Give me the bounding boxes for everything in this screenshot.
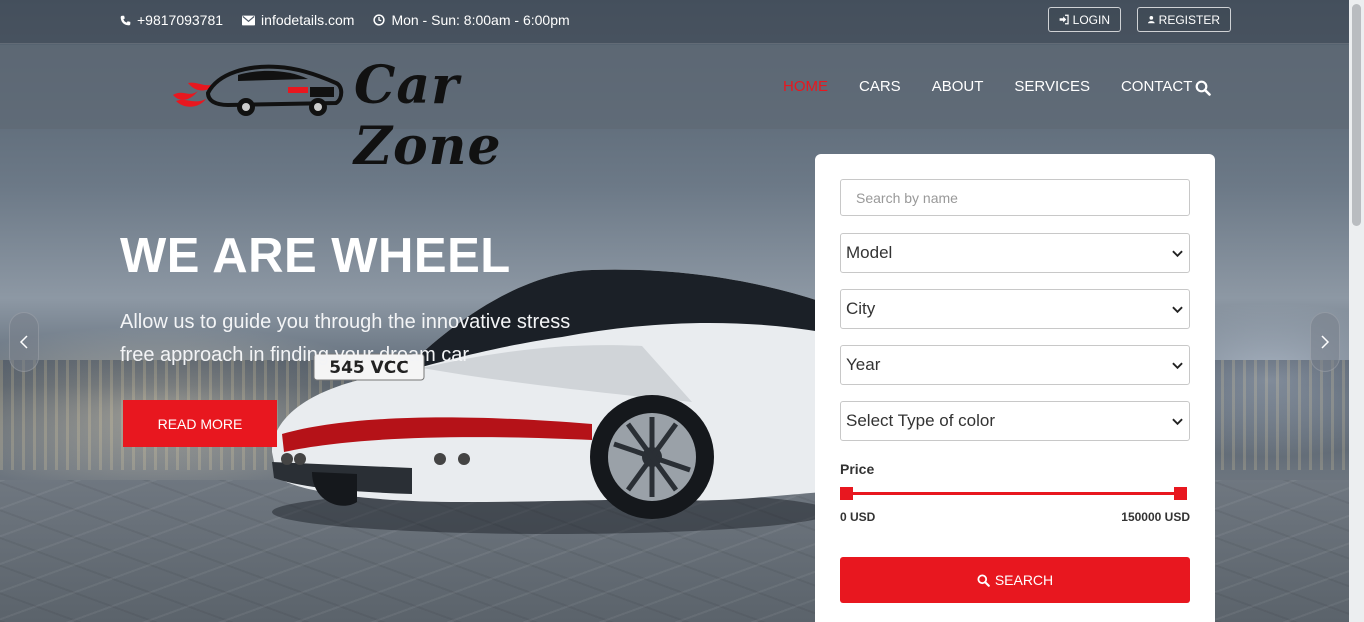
- hours-info: Mon - Sun: 8:00am - 6:00pm: [373, 12, 570, 28]
- price-max-handle[interactable]: [1174, 487, 1187, 500]
- search-by-name-input[interactable]: Search by name: [840, 179, 1190, 216]
- nav-item-services[interactable]: SERVICES: [1014, 78, 1090, 95]
- read-more-button[interactable]: READ MORE: [123, 400, 277, 447]
- contact-info: +9817093781 infodetails.com Mon - Sun: 8…: [120, 12, 570, 28]
- login-label: LOGIN: [1072, 12, 1110, 27]
- phone-info: +9817093781: [120, 12, 223, 28]
- year-select[interactable]: Year: [840, 345, 1190, 385]
- nav-item-about[interactable]: ABOUT: [932, 78, 984, 95]
- search-icon[interactable]: [1195, 80, 1211, 96]
- model-select-value: Model: [846, 243, 893, 262]
- register-button[interactable]: REGISTER: [1137, 7, 1231, 32]
- city-select[interactable]: City: [840, 289, 1190, 329]
- envelope-icon: [242, 15, 256, 25]
- price-range-slider[interactable]: [846, 492, 1182, 495]
- page-scrollbar[interactable]: [1349, 0, 1364, 622]
- price-label: Price: [840, 461, 875, 477]
- login-button[interactable]: LOGIN: [1048, 7, 1121, 32]
- email-address[interactable]: infodetails.com: [261, 12, 354, 28]
- chevron-down-icon: [1172, 250, 1183, 258]
- nav-item-contact[interactable]: CONTACT: [1121, 78, 1192, 95]
- hero-car-image: 545 VCC: [272, 269, 822, 534]
- email-info[interactable]: infodetails.com: [242, 12, 354, 28]
- chevron-down-icon: [1172, 306, 1183, 314]
- phone-number: +9817093781: [137, 12, 224, 28]
- year-select-value: Year: [846, 355, 881, 374]
- top-bar: +9817093781 infodetails.com Mon - Sun: 8…: [0, 0, 1364, 44]
- car-logo-icon: [173, 64, 344, 116]
- main-navbar: Car Zone HOME CARS ABOUT SERVICES CONTAC…: [0, 45, 1364, 177]
- price-min-handle[interactable]: [840, 487, 853, 500]
- color-select-value: Select Type of color: [846, 411, 995, 430]
- chevron-down-icon: [1172, 418, 1183, 426]
- car-zone-logo[interactable]: Car Zone: [168, 53, 588, 177]
- opening-hours: Mon - Sun: 8:00am - 6:00pm: [391, 12, 570, 28]
- sign-in-icon: [1059, 14, 1069, 25]
- carousel-prev-button[interactable]: [9, 312, 39, 372]
- nav-menu: HOME CARS ABOUT SERVICES CONTACT: [783, 78, 1223, 95]
- scrollbar-thumb[interactable]: [1352, 4, 1361, 226]
- user-icon: [1148, 16, 1155, 24]
- nav-item-home[interactable]: HOME: [783, 78, 828, 95]
- carousel-next-button[interactable]: [1310, 312, 1340, 372]
- price-min-value: 0 USD: [840, 510, 876, 524]
- search-button[interactable]: SEARCH: [840, 557, 1190, 603]
- color-select[interactable]: Select Type of color: [840, 401, 1190, 441]
- chevron-left-icon: [19, 335, 28, 349]
- clock-icon: [373, 14, 386, 26]
- search-icon: [977, 573, 990, 587]
- city-select-value: City: [846, 299, 876, 318]
- register-label: REGISTER: [1158, 12, 1220, 27]
- nav-item-cars[interactable]: CARS: [859, 78, 901, 95]
- car-search-panel: Search by name Model City Year Select Ty…: [815, 154, 1215, 622]
- search-button-label: SEARCH: [994, 572, 1054, 588]
- chevron-right-icon: [1321, 335, 1330, 349]
- price-max-value: 150000 USD: [1121, 510, 1190, 524]
- hero-title: WE ARE WHEEL: [120, 229, 511, 283]
- phone-icon: [120, 15, 131, 25]
- chevron-down-icon: [1172, 362, 1183, 370]
- hero-subtitle: Allow us to guide you through the innova…: [120, 311, 571, 366]
- logo-text: Car Zone: [354, 55, 502, 177]
- model-select[interactable]: Model: [840, 233, 1190, 273]
